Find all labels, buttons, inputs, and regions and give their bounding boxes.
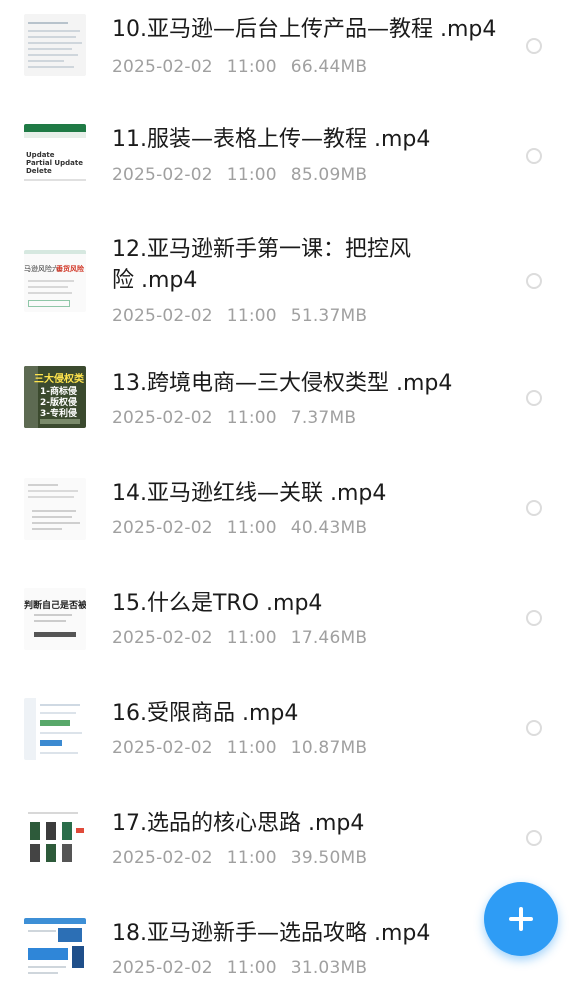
file-meta: 2025-02-02 11:00 40.43MB [112,516,381,540]
file-item[interactable]: 马逊风险六： 垂货风险 12.亚马逊新手第一课：把控风 险 .mp4 2025-… [0,216,580,348]
file-date: 2025-02-02 [112,628,213,648]
file-name: 11.服装—表格上传—教程 .mp4 [112,127,431,152]
file-name: 17.选品的核心思路 .mp4 [112,811,365,836]
file-meta: 2025-02-02 11:00 39.50MB [112,846,381,870]
file-item[interactable]: 三大侵权类 1-商标侵 2-版权侵 3-专利侵 13.跨境电商—三大侵权类型 .… [0,348,580,458]
file-size: 40.43MB [290,518,368,538]
file-name: 16.受限商品 .mp4 [112,701,299,726]
thumbnail-text: Update [26,151,55,159]
file-item[interactable]: 14.亚马逊红线—关联 .mp4 2025-02-02 11:00 40.43MB [0,458,580,568]
file-meta: 2025-02-02 11:00 31.03MB [112,956,381,980]
file-list: 10.亚马逊—后台上传产品—教程 .mp4 2025-02-02 11:00 66.… [0,0,580,992]
file-date: 2025-02-02 [112,57,213,77]
file-item[interactable]: 17.选品的核心思路 .mp4 2025-02-02 11:00 39.50MB [0,788,580,898]
file-item[interactable]: 判断自己是否被TR 15.什么是TRO .mp4 2025-02-02 11:00… [0,568,580,678]
select-radio[interactable] [526,720,542,736]
file-time: 11:00 [226,165,277,185]
select-radio[interactable] [526,148,542,164]
file-size: 17.46MB [290,628,368,648]
file-time: 11:00 [226,408,277,428]
thumbnail-text: 判断自己是否被TR [24,601,86,611]
file-time: 11:00 [226,57,277,77]
file-meta: 2025-02-02 11:00 10.87MB [112,736,381,760]
file-size: 51.37MB [290,306,368,326]
video-thumbnail [24,918,86,980]
file-date: 2025-02-02 [112,306,213,326]
file-size: 31.03MB [290,958,368,978]
file-date: 2025-02-02 [112,518,213,538]
file-meta: 2025-02-02 11:00 66.44MB [112,55,381,79]
file-meta: 2025-02-02 11:00 17.46MB [112,626,381,650]
file-name: 18.亚马逊新手—选品攻略 .mp4 [112,921,431,946]
video-thumbnail: 判断自己是否被TR [24,588,86,650]
file-size: 66.44MB [290,57,368,77]
file-date: 2025-02-02 [112,165,213,185]
file-date: 2025-02-02 [112,738,213,758]
file-meta: 2025-02-02 11:00 51.37MB [112,304,381,328]
video-thumbnail [24,14,86,76]
file-item[interactable]: Update Partial Update Delete 11.服装—表格上传—… [0,106,580,216]
file-name: 10.亚马逊—后台上传产品—教程 .mp4 [112,17,497,42]
file-time: 11:00 [226,628,277,648]
select-radio[interactable] [526,390,542,406]
file-date: 2025-02-02 [112,848,213,868]
video-thumbnail [24,808,86,870]
file-time: 11:00 [226,738,277,758]
file-size: 85.09MB [290,165,368,185]
file-date: 2025-02-02 [112,408,213,428]
video-thumbnail [24,698,86,760]
video-thumbnail: 三大侵权类 1-商标侵 2-版权侵 3-专利侵 [24,366,86,428]
file-name-continued: 险 .mp4 [112,268,198,293]
video-thumbnail: Update Partial Update Delete [24,124,86,186]
thumbnail-text: 三大侵权类 [34,374,84,385]
file-time: 11:00 [226,848,277,868]
select-radio[interactable] [526,500,542,516]
file-size: 10.87MB [290,738,368,758]
thumbnail-text: 3-专利侵 [40,409,77,419]
file-size: 39.50MB [290,848,368,868]
select-radio[interactable] [526,38,542,54]
select-radio[interactable] [526,273,542,289]
file-item[interactable]: 10.亚马逊—后台上传产品—教程 .mp4 2025-02-02 11:00 66.… [0,0,580,106]
file-meta: 2025-02-02 11:00 7.37MB [112,406,370,430]
file-time: 11:00 [226,306,277,326]
thumbnail-text: Delete [26,167,52,175]
video-thumbnail: 马逊风险六： 垂货风险 [24,250,86,312]
file-date: 2025-02-02 [112,958,213,978]
file-item[interactable]: 16.受限商品 .mp4 2025-02-02 11:00 10.87MB [0,678,580,788]
add-button[interactable] [484,882,558,956]
file-name: 13.跨境电商—三大侵权类型 .mp4 [112,371,453,396]
video-thumbnail [24,478,86,540]
thumbnail-text: 垂货风险 [56,265,84,273]
thumbnail-text: Partial Update [26,159,83,167]
file-time: 11:00 [226,958,277,978]
file-meta: 2025-02-02 11:00 85.09MB [112,163,381,187]
file-name: 15.什么是TRO .mp4 [112,591,323,616]
select-radio[interactable] [526,610,542,626]
file-name: 14.亚马逊红线—关联 .mp4 [112,481,387,506]
select-radio[interactable] [526,830,542,846]
file-size: 7.37MB [290,408,357,428]
file-time: 11:00 [226,518,277,538]
